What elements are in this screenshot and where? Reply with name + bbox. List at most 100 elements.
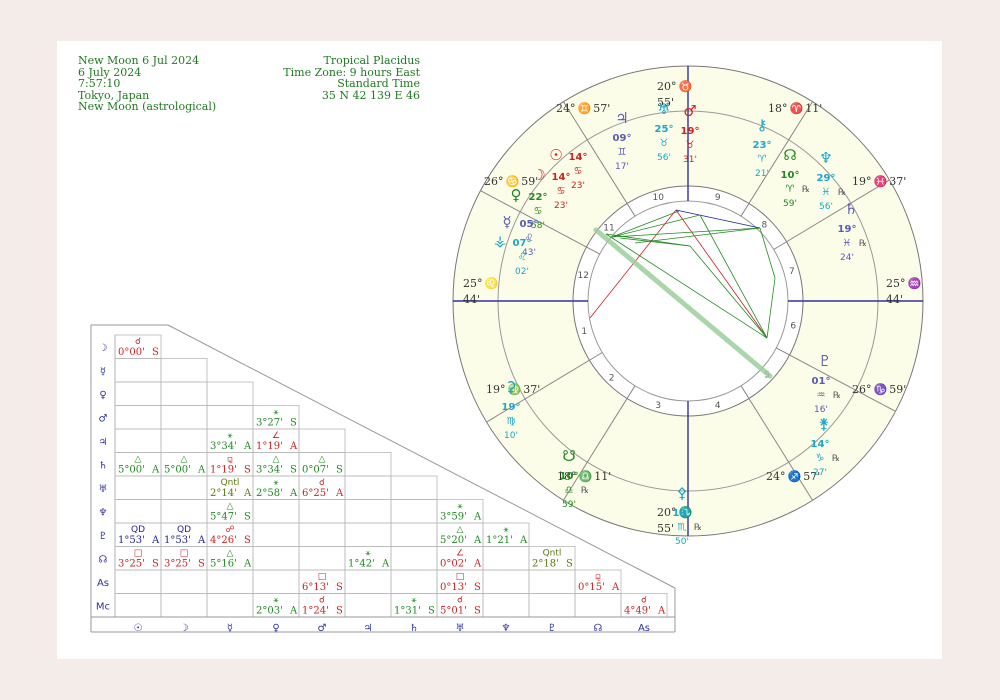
- grid-row-glyph: ♂: [99, 414, 108, 425]
- grid-cell: [344, 499, 392, 524]
- aspect-orb: 0°00': [118, 347, 145, 358]
- grid-cell: [160, 405, 208, 430]
- aspect-symbol: △: [227, 549, 234, 559]
- grid-cell: [160, 593, 208, 618]
- aspect-cell: △5°47' S: [210, 502, 251, 523]
- grid-cell: [390, 546, 438, 571]
- aspect-applying: S: [474, 606, 481, 617]
- grid-col-glyph: ♂: [318, 623, 327, 634]
- grid-cell: [114, 569, 162, 594]
- aspect-cell: △3°34' S: [256, 455, 297, 476]
- aspect-orb: 6°13': [302, 582, 329, 593]
- aspect-orb: 2°58': [256, 488, 283, 499]
- grid-row-glyph: ☿: [100, 367, 106, 378]
- aspect-cell: □3°25' S: [118, 549, 159, 570]
- grid-cell: [528, 569, 576, 594]
- grid-col-glyph: ♇: [548, 623, 557, 634]
- aspect-symbol: ∠: [272, 431, 280, 441]
- aspect-cell: ☌0°00' S: [118, 337, 159, 358]
- aspect-symbol: ⚹: [273, 596, 279, 606]
- aspect-symbol: ⚹: [273, 408, 279, 418]
- aspect-symbol: □: [134, 549, 143, 559]
- aspect-orb: 1°53': [118, 535, 145, 546]
- aspect-symbol: △: [227, 502, 234, 512]
- grid-cell: [390, 569, 438, 594]
- grid-cell: [114, 593, 162, 618]
- aspect-applying: A: [197, 465, 206, 476]
- aspect-orb: 1°42': [348, 559, 375, 570]
- aspect-cell: △5°00' A: [164, 455, 206, 476]
- aspect-applying: S: [290, 465, 297, 476]
- aspect-cell: ⚹3°27' S: [256, 408, 297, 429]
- aspect-cell: ⚹2°03' A: [256, 596, 298, 617]
- aspect-symbol: ☌: [319, 596, 325, 606]
- aspect-orb: 5°47': [210, 512, 237, 523]
- aspect-cell: Qntl2°18' S: [532, 549, 573, 570]
- grid-col-glyph: ♀: [272, 623, 279, 634]
- aspect-symbol: □: [456, 572, 465, 582]
- grid-cell: [160, 428, 208, 453]
- grid-cell: [390, 522, 438, 547]
- grid-cell: [344, 475, 392, 500]
- aspect-cell: ⚼0°15' A: [578, 572, 620, 593]
- aspect-symbol: ⚹: [227, 431, 233, 441]
- grid-row-glyph: ♄: [99, 461, 108, 472]
- aspect-applying: A: [243, 441, 252, 452]
- aspect-orb: 0°02': [440, 559, 467, 570]
- aspect-symbol: ⚹: [365, 549, 371, 559]
- aspect-orb: 3°34': [256, 465, 283, 476]
- grid-col-glyph: ♅: [456, 623, 465, 634]
- aspect-applying: A: [151, 535, 160, 546]
- grid-cell: [114, 475, 162, 500]
- grid-row-glyph: As: [97, 578, 109, 589]
- grid-cell: [160, 499, 208, 524]
- aspect-applying: S: [566, 559, 573, 570]
- aspect-cell: ⚹2°58' A: [256, 478, 298, 499]
- aspect-cell: △5°00' A: [118, 455, 160, 476]
- aspect-symbol: Qntl: [221, 478, 240, 488]
- aspect-applying: S: [290, 418, 297, 429]
- aspect-cell: ☍4°26' S: [210, 525, 251, 546]
- aspect-applying: A: [519, 535, 528, 546]
- aspect-orb: 2°03': [256, 606, 283, 617]
- aspect-symbol: ⚹: [457, 502, 463, 512]
- aspect-symbol: ⚹: [503, 525, 509, 535]
- grid-cell: [206, 405, 254, 430]
- aspect-symbol: QD: [177, 525, 191, 535]
- aspect-symbol: △: [135, 455, 142, 465]
- aspect-symbol: △: [273, 455, 280, 465]
- grid-cell: [574, 593, 622, 618]
- aspect-cell: △0°07' S: [302, 455, 343, 476]
- grid-cell: [252, 522, 300, 547]
- aspect-orb: 0°07': [302, 465, 329, 476]
- aspect-applying: A: [611, 582, 620, 593]
- aspect-orb: 5°20': [440, 535, 467, 546]
- aspect-orb: 1°21': [486, 535, 513, 546]
- grid-col-glyph: ☽: [180, 623, 189, 634]
- grid-cell: [482, 593, 530, 618]
- aspect-applying: S: [336, 606, 343, 617]
- aspect-orb: 2°18': [532, 559, 559, 570]
- aspect-symbol: ⚹: [411, 596, 417, 606]
- grid-cell: [252, 499, 300, 524]
- grid-cell: [344, 452, 392, 477]
- aspect-orb: 3°27': [256, 418, 283, 429]
- aspect-symbol: ⚼: [595, 572, 601, 582]
- aspect-applying: A: [243, 559, 252, 570]
- aspect-orb: 3°34': [210, 441, 237, 452]
- grid-col-glyph: ☿: [227, 623, 233, 634]
- grid-row-glyph: ♅: [99, 484, 108, 495]
- aspect-cell: QD1°53' A: [118, 525, 160, 546]
- aspect-symbol: □: [180, 549, 189, 559]
- aspect-applying: A: [381, 559, 390, 570]
- grid-col-glyph: ☊: [594, 623, 603, 634]
- aspect-symbol: ☌: [457, 596, 463, 606]
- grid-cell: [114, 428, 162, 453]
- aspect-applying: A: [289, 441, 298, 452]
- grid-row-glyph: ☽: [99, 343, 108, 354]
- grid-cell: [206, 381, 254, 406]
- grid-diagonal: [167, 324, 676, 589]
- aspect-cell: ⚹1°21' A: [486, 525, 528, 546]
- aspect-applying: A: [657, 606, 666, 617]
- grid-cell: [528, 593, 576, 618]
